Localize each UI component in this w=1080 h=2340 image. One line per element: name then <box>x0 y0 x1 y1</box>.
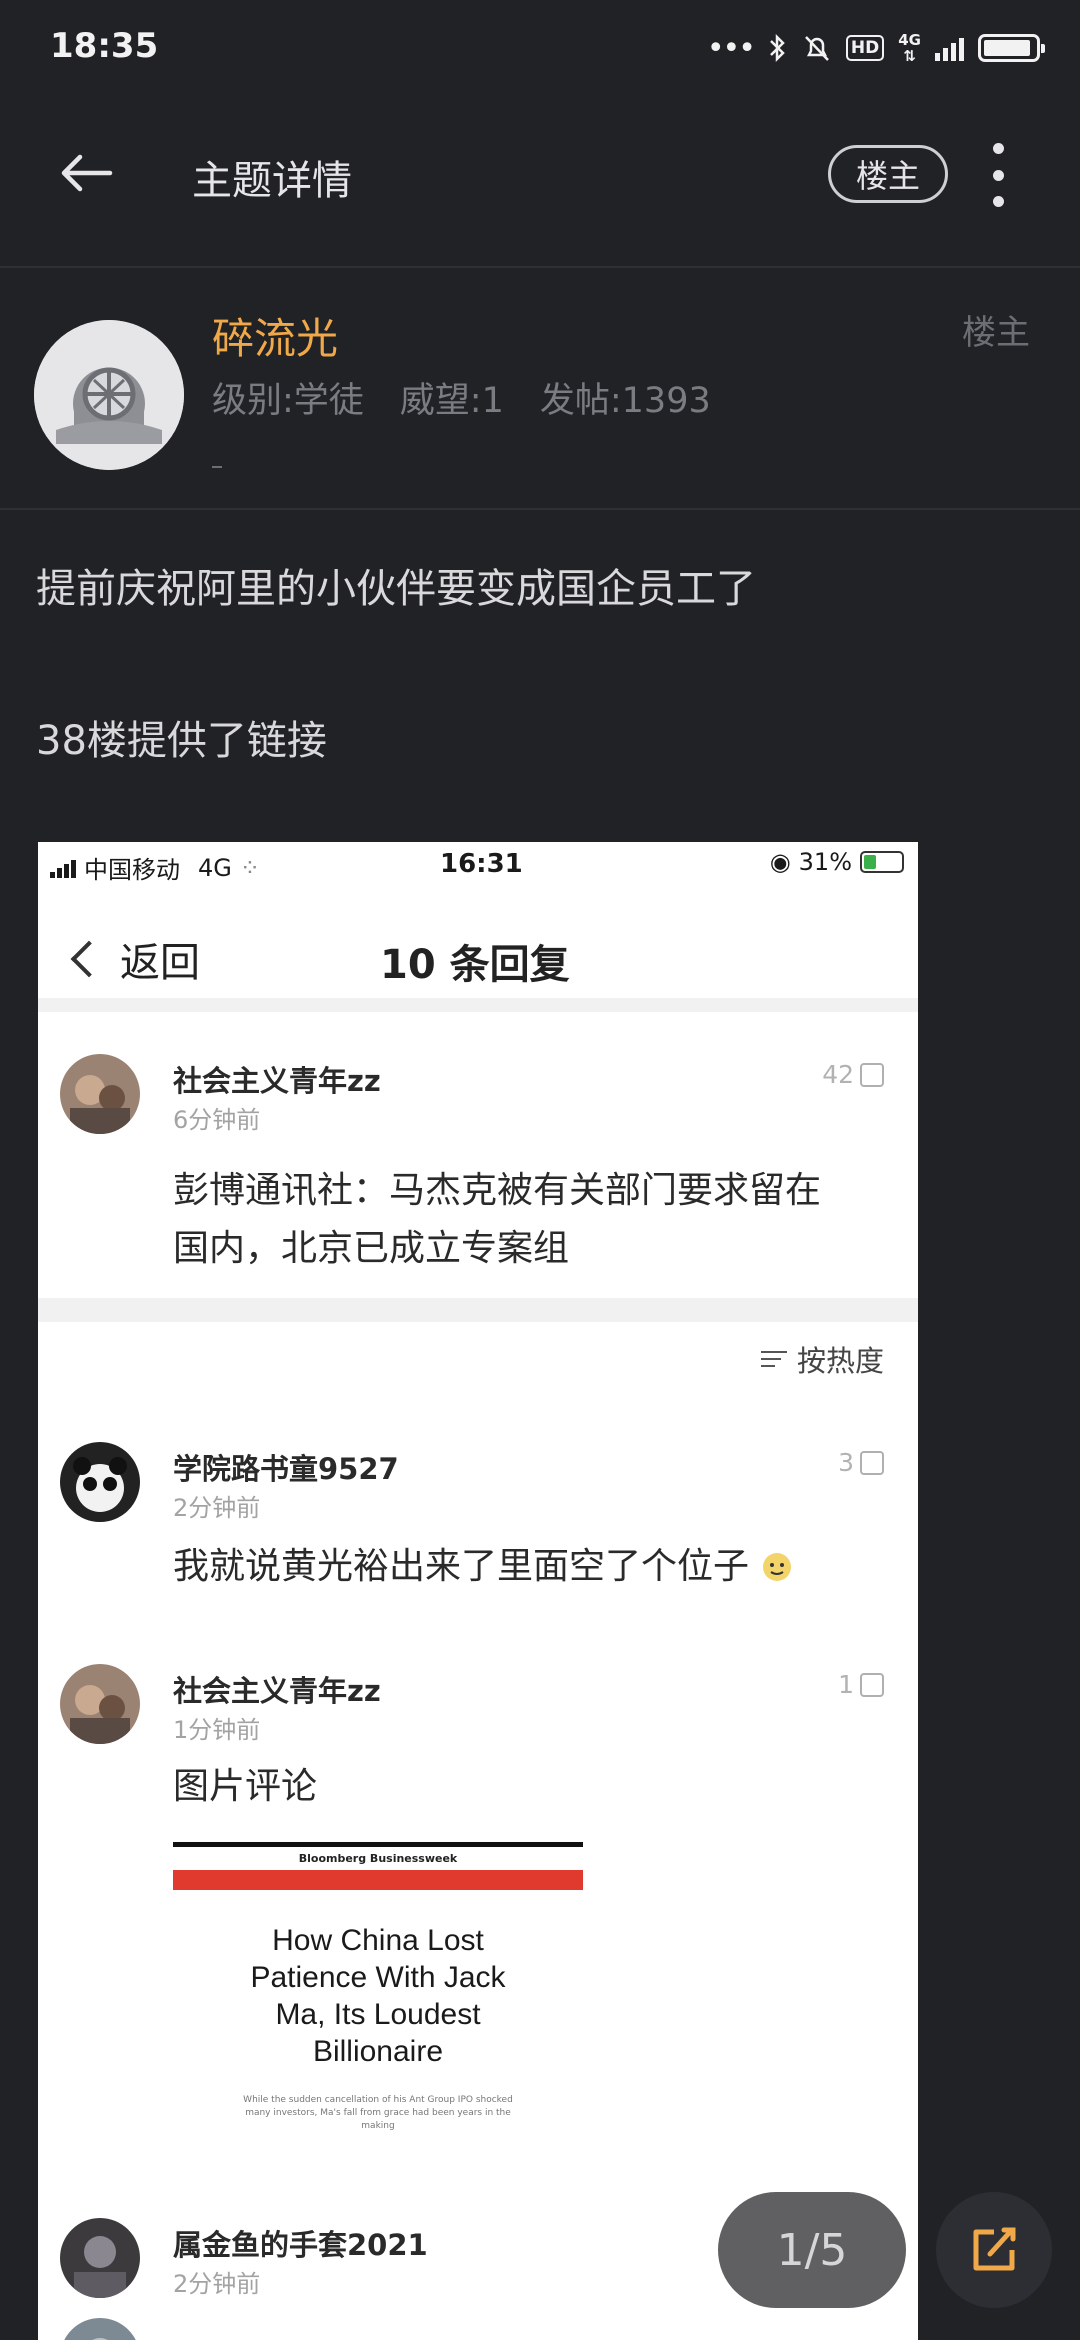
headline-line: Patience With Jack <box>250 1961 506 1994</box>
signal-icon <box>935 35 964 61</box>
author-stats: 级别:学徒 威望:1 发帖:1393 <box>212 372 711 423</box>
hd-voice-icon: HD <box>845 35 885 61</box>
embedded-like-number: 1 <box>838 1670 854 1699</box>
embedded-thumb-up-icon <box>860 1062 884 1087</box>
back-button[interactable] <box>58 145 114 201</box>
embedded-battery-area: ◉ 31% <box>770 848 904 876</box>
embedded-like-count: 42 <box>822 1060 884 1089</box>
edit-icon <box>973 2227 1016 2271</box>
embedded-network: 4G <box>198 853 232 882</box>
subtext-line: many investors, Ma's fall from grace had… <box>245 2108 511 2118</box>
embedded-comment-text: 图片评论 <box>173 1766 318 1807</box>
embedded-comment-text: 彭博通讯社：马杰克被有关部门要求留在 <box>173 1170 822 1211</box>
embedded-back-button: 返回 <box>68 930 200 988</box>
headline-line: How China Lost <box>272 1924 484 1957</box>
more-options-button[interactable] <box>986 143 1010 207</box>
only-owner-button[interactable]: 楼主 <box>828 145 948 203</box>
bloomberg-brand: Bloomberg Businessweek <box>298 1852 458 1865</box>
embedded-separator <box>38 1298 918 1322</box>
headline-line: Ma, Its Loudest <box>275 1998 481 2031</box>
embedded-avatar <box>60 1054 140 1134</box>
embedded-comment-time: 1分钟前 <box>173 1716 261 1744</box>
embedded-avatar-photo <box>60 2218 140 2298</box>
author-reputation: 威望:1 <box>399 381 504 421</box>
embedded-comment-time: 2分钟前 <box>173 1494 261 1522</box>
embedded-back-label: 返回 <box>120 940 200 986</box>
mute-bell-icon <box>805 36 829 61</box>
post-text-line: 提前庆祝阿里的小伙伴要变成国企员工了 <box>36 566 756 612</box>
embedded-avatar-photo <box>60 2318 140 2340</box>
author-name[interactable]: 碎流光 <box>212 305 338 366</box>
battery-icon <box>978 34 1045 62</box>
network-type: 4G ⇅ <box>898 31 921 65</box>
embedded-comment-user: 属金鱼的手套2021 <box>173 2228 428 2262</box>
status-time: 18:35 <box>50 26 159 66</box>
embedded-avatar <box>60 2218 140 2298</box>
embedded-sort-icon <box>760 1351 787 1367</box>
status-icons: ••• HD 4G ⇅ <box>706 24 1045 72</box>
embedded-avatar-photo <box>60 1664 140 1744</box>
embedded-emoji-icon <box>763 1553 792 1581</box>
diving-helmet-icon <box>34 320 184 470</box>
embedded-chevron-left-icon <box>70 940 108 978</box>
author-avatar[interactable] <box>34 320 184 470</box>
subtext-line: making <box>361 2121 395 2131</box>
embedded-comment-time: 2分钟前 <box>173 2270 261 2298</box>
bloomberg-cover-image: Bloomberg Businessweek How China Lost Pa… <box>173 1842 583 2142</box>
embedded-status-bar: 中国移动 4G ⁘ 16:31 ◉ 31% <box>38 842 918 888</box>
header-divider <box>0 266 1080 268</box>
embedded-avatar-photo <box>60 1054 140 1134</box>
embedded-comment-user: 社会主义青年zz <box>173 1674 381 1708</box>
subtext-line: While the sudden cancellation of his Ant… <box>243 2095 513 2105</box>
image-page-indicator[interactable]: 1/5 <box>718 2192 906 2308</box>
headline-line: Billionaire <box>312 2035 444 2068</box>
signature-divider <box>212 466 222 468</box>
embedded-avatar <box>60 2318 140 2340</box>
embedded-like-count: 1 <box>838 1670 884 1699</box>
bloomberg-subtext: While the sudden cancellation of his Ant… <box>213 2094 543 2133</box>
embedded-carrier-name: 中国移动 <box>84 856 180 884</box>
embedded-title: 10 条回复 <box>380 942 570 988</box>
embedded-comment-text: 我就说黄光裕出来了里面空了个位子 <box>173 1538 794 1596</box>
author-divider <box>0 508 1080 510</box>
embedded-battery-icon <box>860 851 904 873</box>
embedded-carrier: 中国移动 4G ⁘ <box>50 850 260 885</box>
embedded-time: 16:31 <box>440 849 523 879</box>
bluetooth-icon <box>770 33 785 63</box>
embedded-avatar-panda <box>60 1442 140 1522</box>
arrow-left-icon <box>61 154 113 192</box>
embedded-comment-user: 学院路书童9527 <box>173 1452 399 1486</box>
embedded-lock-rotation-icon: ◉ <box>769 848 791 876</box>
compose-reply-button[interactable] <box>936 2192 1052 2308</box>
post-image[interactable]: 中国移动 4G ⁘ 16:31 ◉ 31% 返回 10 条回复 社会主义青年zz… <box>38 842 918 2340</box>
embedded-signal-icon <box>50 858 76 878</box>
post-text-line: 38楼提供了链接 <box>36 718 327 764</box>
embedded-sort-label: 按热度 <box>796 1344 884 1378</box>
more-notifications-icon: ••• <box>706 30 756 66</box>
floor-owner-badge: 楼主 <box>962 313 1030 353</box>
bloomberg-headline: How China Lost Patience With Jack Ma, It… <box>173 1922 583 2070</box>
embedded-thumb-up-icon <box>860 1672 884 1697</box>
embedded-comment-text: 国内，北京已成立专案组 <box>173 1228 570 1269</box>
author-level: 级别:学徒 <box>212 381 364 421</box>
embedded-comment-text-content: 我就说黄光裕出来了里面空了个位子 <box>173 1546 750 1587</box>
bloomberg-top-rule <box>173 1842 583 1847</box>
embedded-comment-user: 社会主义青年zz <box>173 1064 381 1098</box>
embedded-thumb-up-icon <box>860 1450 884 1475</box>
embedded-separator <box>38 998 918 1012</box>
embedded-sort-control: 按热度 <box>760 1338 884 1380</box>
embedded-like-count: 3 <box>838 1448 884 1477</box>
page-title: 主题详情 <box>192 158 352 204</box>
embedded-like-number: 3 <box>838 1448 854 1477</box>
embedded-nav-bar: 返回 10 条回复 <box>38 888 918 1001</box>
embedded-avatar <box>60 1442 140 1522</box>
embedded-comment-time: 6分钟前 <box>173 1106 261 1134</box>
embedded-battery-percent: 31% <box>798 848 852 876</box>
embedded-avatar <box>60 1664 140 1744</box>
author-post-count: 发帖:1393 <box>539 381 711 421</box>
embedded-loading-icon: ⁘ <box>239 853 260 882</box>
embedded-like-number: 42 <box>822 1060 854 1089</box>
status-bar: 18:35 ••• HD 4G ⇅ <box>0 0 1080 96</box>
bloomberg-red-bar <box>173 1870 583 1890</box>
